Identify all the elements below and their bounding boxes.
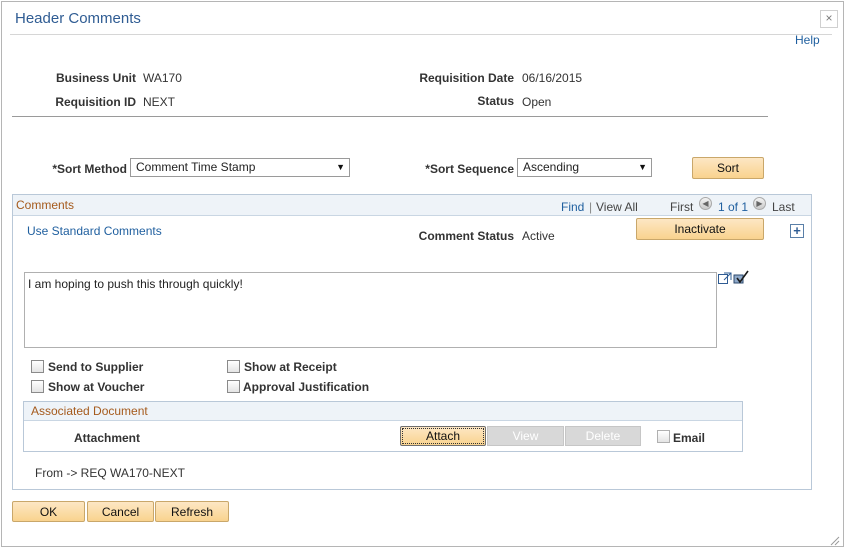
attachment-label: Attachment — [74, 431, 141, 445]
show-at-receipt-checkbox[interactable] — [227, 360, 240, 373]
comment-textarea[interactable]: I am hoping to push this through quickly… — [24, 272, 717, 348]
header-divider — [12, 116, 768, 117]
nav-separator: | — [589, 200, 593, 214]
delete-button[interactable]: Delete — [565, 426, 641, 446]
sort-sequence-value: Ascending — [523, 160, 580, 174]
help-link[interactable]: Help — [795, 33, 820, 47]
status-label: Status — [477, 94, 514, 108]
first-label: First — [670, 200, 694, 214]
status-value: Open — [522, 95, 552, 109]
spell-check-icon[interactable] — [733, 270, 749, 285]
email-checkbox[interactable] — [657, 430, 670, 443]
approval-justification-label: Approval Justification — [243, 380, 370, 394]
find-link[interactable]: Find — [561, 200, 584, 214]
business-unit-label: Business Unit — [55, 71, 136, 85]
comment-status-label: Comment Status — [418, 229, 514, 243]
requisition-id-value: NEXT — [143, 95, 176, 109]
expand-icon[interactable] — [718, 272, 732, 284]
send-to-supplier-label: Send to Supplier — [48, 360, 144, 374]
cancel-button[interactable]: Cancel — [87, 501, 154, 522]
resize-grip-icon[interactable] — [826, 532, 840, 546]
view-button[interactable]: View — [487, 426, 564, 446]
last-label: Last — [772, 200, 795, 214]
view-all-link[interactable]: View All — [596, 200, 638, 214]
ok-button[interactable]: OK — [12, 501, 85, 522]
business-unit-value: WA170 — [143, 71, 182, 85]
send-to-supplier-checkbox[interactable] — [31, 360, 44, 373]
row-range: 1 of 1 — [718, 200, 749, 214]
comment-status-value: Active — [522, 229, 555, 243]
sort-method-select[interactable]: Comment Time Stamp ▼ — [130, 158, 350, 177]
requisition-date-label: Requisition Date — [419, 71, 514, 85]
next-icon[interactable]: ▶ — [753, 197, 766, 210]
use-standard-comments-link[interactable]: Use Standard Comments — [27, 224, 162, 238]
sort-method-value: Comment Time Stamp — [136, 160, 256, 174]
show-at-voucher-label: Show at Voucher — [48, 380, 145, 394]
approval-justification-checkbox[interactable] — [227, 380, 240, 393]
add-row-icon[interactable]: + — [790, 224, 804, 238]
close-icon[interactable]: × — [820, 10, 838, 28]
refresh-button[interactable]: Refresh — [155, 501, 229, 522]
show-at-voucher-checkbox[interactable] — [31, 380, 44, 393]
sort-sequence-select[interactable]: Ascending ▼ — [517, 158, 652, 177]
sort-button[interactable]: Sort — [692, 157, 764, 179]
title-divider — [10, 34, 832, 35]
chevron-down-icon: ▼ — [638, 162, 647, 172]
previous-icon[interactable]: ◀ — [699, 197, 712, 210]
sort-sequence-label: *Sort Sequence — [425, 162, 514, 176]
chevron-down-icon: ▼ — [336, 162, 345, 172]
show-at-receipt-label: Show at Receipt — [244, 360, 337, 374]
from-reference: From -> REQ WA170-NEXT — [35, 466, 185, 480]
dialog-title: Header Comments — [15, 10, 141, 27]
comments-title: Comments — [16, 198, 75, 212]
associated-document-title: Associated Document — [31, 404, 148, 418]
email-label: Email — [673, 431, 706, 445]
requisition-id-label: Requisition ID — [55, 95, 136, 109]
inactivate-button[interactable]: Inactivate — [636, 218, 764, 240]
requisition-date-value: 06/16/2015 — [522, 71, 583, 85]
sort-method-label: *Sort Method — [52, 162, 127, 176]
attach-button[interactable]: Attach — [400, 426, 486, 446]
